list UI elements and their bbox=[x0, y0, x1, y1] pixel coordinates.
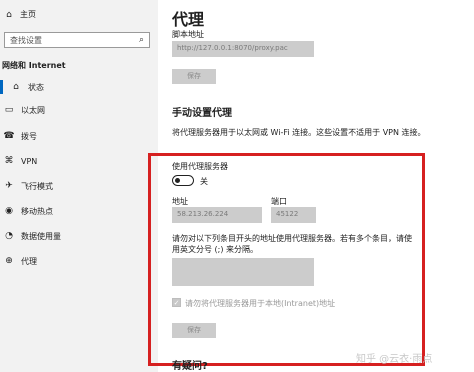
sidebar-item-airplane[interactable]: ✈ 飞行模式 bbox=[4, 179, 53, 193]
sidebar-item-ethernet[interactable]: ▭ 以太网 bbox=[4, 103, 45, 117]
port-input[interactable]: 45122 bbox=[271, 207, 316, 223]
watermark: 知乎 @云衣·雨点 bbox=[356, 354, 433, 365]
data-usage-icon: ◔ bbox=[5, 231, 13, 241]
port-label: 端口 bbox=[271, 197, 287, 206]
save-button-manual[interactable]: 保存 bbox=[172, 323, 216, 338]
home-icon: ⌂ bbox=[13, 82, 19, 92]
sidebar-item-dialup[interactable]: ☎ 拨号 bbox=[3, 129, 37, 143]
sidebar-item-hotspot[interactable]: ◉ 移动热点 bbox=[4, 204, 53, 218]
sidebar-item-label: 飞行模式 bbox=[21, 181, 53, 191]
address-input[interactable]: 58.213.26.224 bbox=[172, 207, 262, 223]
sidebar-item-label: 拨号 bbox=[21, 131, 37, 141]
sidebar-item-label: 以太网 bbox=[21, 105, 45, 115]
search-placeholder: 查找设置 bbox=[10, 36, 42, 45]
search-input[interactable]: 查找设置 ⌕ bbox=[4, 32, 150, 48]
sidebar: ⌂ 主页 查找设置 ⌕ 网络和 Internet ⌂ 状态 ▭ 以太网 ☎ 拨号… bbox=[0, 0, 158, 372]
local-bypass-label: 请勿将代理服务器用于本地(Intranet)地址 bbox=[185, 299, 336, 308]
sidebar-item-data-usage[interactable]: ◔ 数据使用量 bbox=[4, 229, 61, 243]
address-label: 地址 bbox=[172, 197, 188, 206]
home-icon: ⌂ bbox=[6, 9, 12, 20]
help-heading: 有疑问? bbox=[172, 361, 208, 372]
sidebar-item-label: 状态 bbox=[28, 82, 44, 92]
sidebar-section-title: 网络和 Internet bbox=[2, 61, 66, 70]
sidebar-home-label: 主页 bbox=[20, 10, 36, 19]
page-title: 代理 bbox=[172, 10, 205, 29]
search-icon[interactable]: ⌕ bbox=[139, 35, 144, 45]
ethernet-icon: ▭ bbox=[4, 105, 14, 115]
manual-proxy-description: 将代理服务器用于以太网或 Wi-Fi 连接。这些设置不适用于 VPN 连接。 bbox=[172, 128, 426, 137]
local-bypass-checkbox[interactable]: ✓ bbox=[172, 298, 181, 307]
script-address-label: 脚本地址 bbox=[172, 30, 204, 39]
script-address-input[interactable]: http://127.0.0.1:8070/proxy.pac bbox=[172, 41, 314, 57]
active-indicator bbox=[0, 80, 3, 94]
sidebar-home[interactable]: ⌂ 主页 bbox=[4, 9, 36, 20]
proxy-icon: ⊕ bbox=[5, 256, 13, 266]
save-button-script[interactable]: 保存 bbox=[172, 69, 216, 84]
use-proxy-toggle[interactable] bbox=[172, 175, 194, 186]
hotspot-icon: ◉ bbox=[5, 206, 13, 216]
exceptions-input[interactable] bbox=[172, 258, 314, 286]
vpn-icon: ⌘ bbox=[4, 156, 14, 166]
sidebar-item-label: 代理 bbox=[21, 256, 37, 266]
sidebar-item-proxy[interactable]: ⊕ 代理 bbox=[4, 254, 37, 268]
dialup-icon: ☎ bbox=[3, 131, 15, 141]
sidebar-item-vpn[interactable]: ⌘ VPN bbox=[4, 154, 38, 168]
sidebar-item-label: VPN bbox=[21, 156, 38, 166]
sidebar-item-label: 数据使用量 bbox=[21, 231, 61, 241]
sidebar-item-status[interactable]: ⌂ 状态 bbox=[0, 80, 44, 94]
manual-proxy-heading: 手动设置代理 bbox=[172, 108, 232, 119]
airplane-icon: ✈ bbox=[5, 181, 13, 191]
sidebar-item-label: 移动热点 bbox=[21, 206, 53, 216]
toggle-knob bbox=[175, 177, 180, 183]
exceptions-description: 请勿对以下列条目开头的地址使用代理服务器。若有多个条目，请使用英文分号 (;) … bbox=[172, 234, 412, 254]
use-proxy-label: 使用代理服务器 bbox=[172, 162, 228, 171]
toggle-state-label: 关 bbox=[200, 177, 208, 186]
